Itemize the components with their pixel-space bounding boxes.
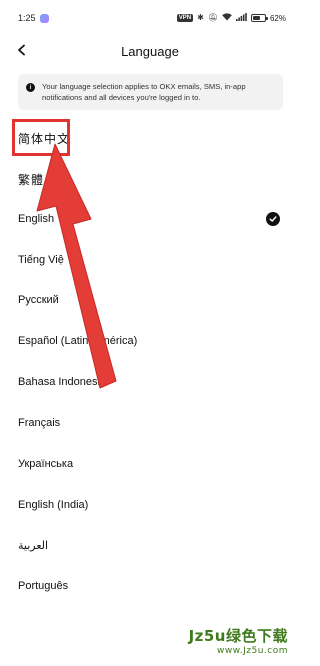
language-label: 简体中文	[18, 131, 71, 146]
language-screen: 1:25 VPN ✱ 🔕︎ 62% Language i Your langua…	[0, 0, 300, 666]
battery-percent: 62%	[269, 13, 286, 23]
mute-icon: 🔕︎	[207, 13, 218, 22]
language-label: Bahasa Indonesia	[18, 376, 107, 388]
wifi-icon	[222, 13, 232, 23]
battery-icon	[250, 14, 268, 22]
language-item-zh-hans[interactable]: 简体中文	[0, 120, 300, 156]
language-label: Русский	[18, 294, 59, 306]
language-label: Українська	[18, 458, 74, 470]
language-label: Português	[18, 580, 69, 592]
language-item-id[interactable]: Bahasa Indonesia	[0, 364, 300, 400]
status-bar: 1:25 VPN ✱ 🔕︎ 62%	[0, 0, 300, 36]
header: Language	[0, 36, 300, 66]
info-banner: i Your language selection applies to OKX…	[18, 74, 283, 110]
info-banner-text: Your language selection applies to OKX e…	[42, 82, 246, 102]
language-label: English (India)	[18, 499, 89, 511]
back-button[interactable]	[10, 38, 34, 62]
vpn-badge: VPN	[176, 14, 194, 22]
language-item-es-latam[interactable]: Español (Latinoamérica)	[0, 323, 300, 359]
chevron-left-icon	[18, 44, 25, 56]
language-item-pt[interactable]: Português	[0, 568, 300, 604]
watermark-logo-text: Jz5u绿色下载	[188, 627, 288, 645]
language-item-ar[interactable]: العربية	[0, 527, 300, 563]
language-label: 繁體	[18, 172, 45, 187]
signal-icon	[235, 13, 247, 23]
watermark-url: www.Jz5u.com	[216, 646, 288, 656]
check-icon	[266, 212, 280, 226]
language-item-vi[interactable]: Tiếng Việ	[0, 242, 300, 278]
language-item-fr[interactable]: Français	[0, 405, 300, 441]
language-item-en[interactable]: English	[0, 201, 300, 237]
language-label: العربية	[18, 539, 49, 552]
language-label: English	[18, 213, 55, 225]
page-title: Language	[121, 43, 179, 59]
bluetooth-icon: ✱	[197, 13, 204, 22]
language-item-uk[interactable]: Українська	[0, 446, 300, 482]
language-label: Français	[18, 417, 61, 429]
language-label: Español (Latinoamérica)	[18, 335, 138, 347]
status-icons: VPN ✱ 🔕︎ 62%	[176, 13, 286, 23]
watermark: Jz5u绿色下载 www.Jz5u.com	[189, 625, 288, 656]
status-time: 1:25	[18, 13, 36, 23]
app-notification-icon	[39, 13, 49, 23]
language-item-zh-hant[interactable]: 繁體	[0, 161, 300, 197]
info-icon: i	[26, 83, 35, 92]
language-item-ru[interactable]: Русский	[0, 282, 300, 318]
language-item-en-in[interactable]: English (India)	[0, 487, 300, 523]
language-label: Tiếng Việ	[18, 254, 64, 266]
